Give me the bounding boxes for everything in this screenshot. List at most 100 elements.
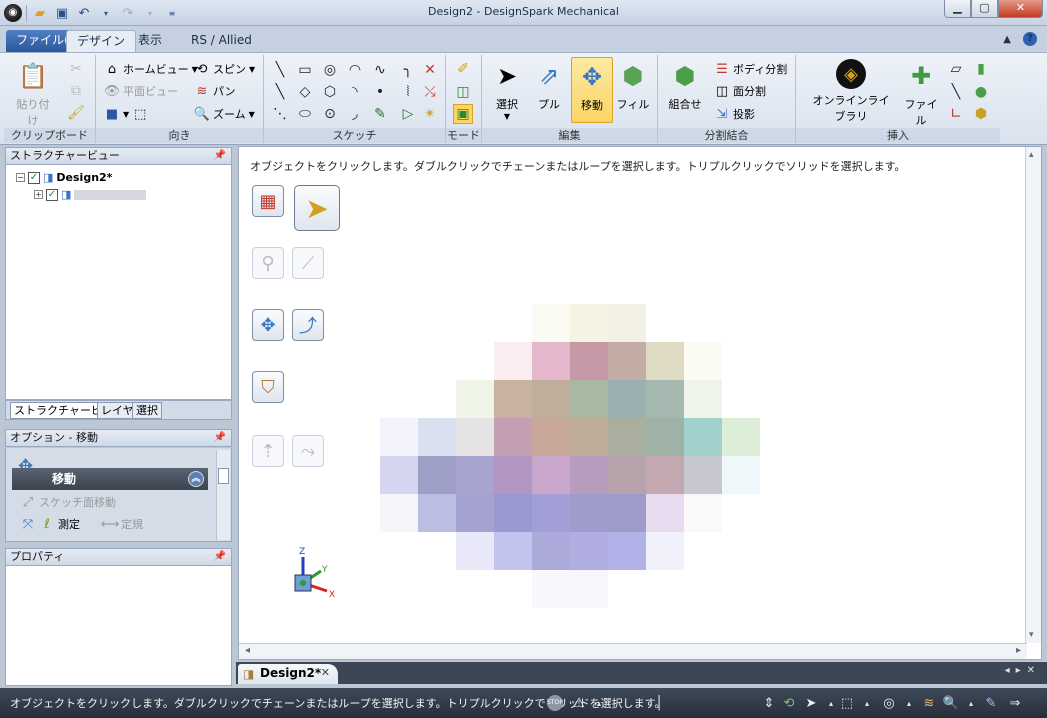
- spline-icon[interactable]: ∿: [370, 60, 390, 80]
- maximize-button[interactable]: ▢: [971, 0, 998, 18]
- pin-icon[interactable]: 📌: [214, 430, 226, 446]
- select-button[interactable]: ➤ 選択 ▼: [486, 57, 528, 123]
- split-curve-icon[interactable]: ⤯: [420, 82, 440, 102]
- select-tool-icon[interactable]: ➤: [294, 185, 340, 231]
- pivot-tool-icon[interactable]: ⛉: [252, 371, 284, 403]
- visibility-checkbox[interactable]: ✓: [28, 171, 40, 184]
- copy-icon[interactable]: ⧉: [66, 81, 86, 101]
- next-icon[interactable]: ⇒: [1006, 694, 1024, 712]
- pull-button[interactable]: ⇗ プル: [528, 57, 570, 123]
- design-canvas[interactable]: オブジェクトをクリックします。ダブルクリックでチェーンまたはループを選択します。…: [238, 146, 1042, 660]
- bend-icon[interactable]: ✴: [420, 104, 440, 124]
- home-view-button[interactable]: ⌂ ホームビュー ▼: [104, 61, 198, 77]
- 3d-mode-icon[interactable]: ▣: [453, 104, 473, 124]
- split-face-button[interactable]: ◫ 面分割: [714, 83, 766, 99]
- line-icon[interactable]: ╲: [270, 60, 290, 80]
- cursor-icon[interactable]: ➤: [802, 694, 820, 712]
- chevron-up-icon[interactable]: ▴: [590, 694, 608, 712]
- render-icon[interactable]: ◎: [880, 694, 898, 712]
- zoom-button[interactable]: 🔍 ズーム ▼: [194, 106, 255, 122]
- chevron-up-icon[interactable]: ▴: [858, 694, 876, 712]
- sketch-face-move-option[interactable]: ⤢ スケッチ面移動: [20, 494, 116, 510]
- shell-icon[interactable]: ⬢: [971, 104, 991, 124]
- fill-button[interactable]: ⬢ フィル: [612, 57, 654, 123]
- scroll-right-icon[interactable]: ▸: [1016, 645, 1021, 656]
- collapse-icon[interactable]: −: [16, 173, 25, 182]
- combine-button[interactable]: ⬢ 組合せ: [664, 57, 706, 123]
- sketch-status-icon[interactable]: ✎: [982, 694, 1000, 712]
- view-cube-button[interactable]: ■ ▼ ⬚: [104, 106, 148, 122]
- close-tab-icon[interactable]: ✕: [321, 664, 330, 682]
- cylinder-icon[interactable]: ▮: [971, 59, 991, 79]
- canvas-horizontal-scrollbar[interactable]: ◂ ▸: [239, 643, 1027, 659]
- fillet-icon[interactable]: ╮: [398, 60, 418, 80]
- format-painter-icon[interactable]: 🖌: [66, 103, 86, 123]
- cut-icon[interactable]: ✂: [66, 59, 86, 79]
- tangent-line-icon[interactable]: ╲: [270, 82, 290, 102]
- insert-file-button[interactable]: ✚ ファイル: [900, 57, 942, 127]
- section-mode-icon[interactable]: ◫: [453, 82, 473, 102]
- visibility-checkbox[interactable]: ✓: [46, 188, 58, 201]
- project-button[interactable]: ⇲ 投影: [714, 106, 755, 122]
- plane-view-button[interactable]: 👁 平面ビュー: [104, 83, 178, 99]
- close-button[interactable]: ✕: [998, 0, 1043, 18]
- chevron-up-icon[interactable]: ▴: [900, 694, 918, 712]
- point-icon[interactable]: •: [370, 82, 390, 102]
- warning-icon[interactable]: ⚠: [570, 694, 588, 712]
- scroll-up-icon[interactable]: ▴: [1029, 150, 1034, 160]
- arc-icon[interactable]: ◠: [345, 60, 365, 80]
- construction-line-icon[interactable]: ⋱: [270, 104, 290, 124]
- pin-icon[interactable]: 📌: [214, 148, 226, 164]
- spin-button[interactable]: ⟲ スピン ▼: [194, 61, 256, 77]
- scroll-down-icon[interactable]: ▾: [1029, 630, 1034, 640]
- online-library-button[interactable]: ◈ オンラインライブラリ: [808, 57, 894, 123]
- tangent-arc-icon[interactable]: ◝: [345, 82, 365, 102]
- select-box-tool-icon[interactable]: ▦: [252, 185, 284, 217]
- help-icon[interactable]: ?: [1023, 32, 1037, 46]
- move-button[interactable]: ✥ 移動: [571, 57, 613, 123]
- polygon-icon[interactable]: ⬡: [320, 82, 340, 102]
- ribbon-collapse-icon[interactable]: ▲: [1003, 34, 1011, 45]
- expand-icon[interactable]: +: [34, 190, 43, 199]
- scroll-thumb[interactable]: [218, 468, 229, 484]
- rectangle-icon[interactable]: ▭: [295, 60, 315, 80]
- three-point-rectangle-icon[interactable]: ◇: [295, 82, 315, 102]
- offset-icon[interactable]: ⦚: [398, 82, 418, 102]
- pin-icon[interactable]: 📌: [214, 549, 226, 565]
- box-select-icon[interactable]: ⬚: [838, 694, 856, 712]
- tab-view[interactable]: 表示: [128, 30, 172, 52]
- plane-icon[interactable]: ▱: [946, 59, 966, 79]
- create-corner-icon[interactable]: ✎: [370, 104, 390, 124]
- sphere-icon[interactable]: ●: [971, 82, 991, 102]
- chevron-up-icon[interactable]: ▴: [962, 694, 980, 712]
- scroll-left-icon[interactable]: ◂: [245, 645, 250, 656]
- tab-navigation[interactable]: ◂▸✕: [1005, 665, 1041, 676]
- axis-icon[interactable]: ╲: [946, 82, 966, 102]
- collapse-section-icon[interactable]: ︽: [188, 471, 204, 487]
- tab-selection[interactable]: 選択: [132, 402, 162, 419]
- measure-option[interactable]: ⤧ ℓ 測定: [20, 516, 80, 532]
- canvas-vertical-scrollbar[interactable]: ▴ ▾: [1025, 147, 1041, 643]
- circle-icon[interactable]: ◎: [320, 60, 340, 80]
- pan-button[interactable]: ≋ パン: [194, 83, 236, 99]
- move-handle-tool-icon[interactable]: ✥: [252, 309, 284, 341]
- spin-status-icon[interactable]: ⇕: [760, 694, 778, 712]
- project-curve-icon[interactable]: ▷: [398, 104, 418, 124]
- layer-icon[interactable]: ≋: [920, 694, 938, 712]
- tree-child[interactable]: + ✓ ◨: [34, 188, 147, 201]
- options-scrollbar[interactable]: [216, 450, 230, 540]
- trim-icon[interactable]: ✕: [420, 60, 440, 80]
- tab-rs-allied[interactable]: RS / Allied: [181, 30, 262, 52]
- document-tab[interactable]: ◨ Design2* ✕: [238, 664, 338, 684]
- stop-icon[interactable]: STOP: [546, 694, 564, 712]
- minimize-button[interactable]: ▁: [944, 0, 971, 18]
- split-body-button[interactable]: ☰ ボディ分割: [714, 61, 787, 77]
- move-along-trajectory-icon[interactable]: ⤴: [292, 309, 324, 341]
- origin-icon[interactable]: ∟: [946, 104, 966, 124]
- tab-design[interactable]: デザイン: [66, 30, 137, 52]
- ellipse-icon[interactable]: ⬭: [295, 104, 315, 124]
- paste-button[interactable]: 📋 貼り付け: [12, 57, 54, 127]
- sketch-mode-icon[interactable]: ✐: [453, 59, 473, 79]
- tree-root[interactable]: − ✓ ◨ Design2*: [16, 171, 112, 184]
- zoom-status-icon[interactable]: 🔍: [942, 694, 960, 712]
